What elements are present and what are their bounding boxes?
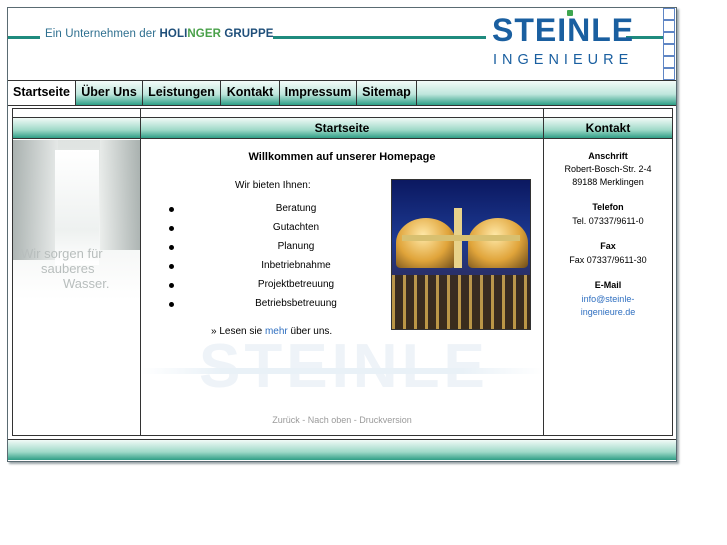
right-column: Kontakt Anschrift Robert-Bosch-Str. 2-4 …: [544, 109, 672, 435]
contact-header: Kontakt: [544, 117, 672, 139]
top-link[interactable]: Nach oben: [308, 415, 352, 425]
main-column: Startseite STEINLE Willkommen auf unsere…: [141, 109, 544, 435]
bottom-bar: [8, 439, 676, 460]
read-more-suffix: über uns.: [290, 326, 333, 337]
address-line-2: 89188 Merklingen: [572, 177, 644, 187]
digester-dome-right: [468, 218, 528, 268]
side-box: [663, 56, 675, 68]
waterfall-image: Wir sorgen für sauberes Wasser.: [13, 140, 140, 300]
bullet-icon: [169, 302, 174, 307]
waterfall-rock-right: [100, 140, 140, 250]
welcome-heading: Willkommen auf unserer Homepage: [248, 151, 436, 163]
watermark-line: [141, 368, 543, 374]
plant-photo: [391, 179, 531, 330]
fax-value: Fax 07337/9611-30: [569, 255, 647, 265]
header-line-middle: [273, 36, 486, 39]
footer-separator: -: [299, 415, 308, 425]
footer-links: Zurück - Nach oben - Druckversion: [141, 415, 543, 425]
side-box: [663, 32, 675, 44]
read-more-text: » Lesen sie mehr über uns.: [211, 326, 332, 337]
email-link-line-1[interactable]: info@steinle-: [582, 294, 635, 304]
bullet-icon: [169, 264, 174, 269]
email-label: E-Mail: [594, 280, 622, 290]
main-navigation: Startseite Über Uns Leistungen Kontakt I…: [8, 80, 676, 106]
site-header: Ein Unternehmen der HOLINGER GRUPPE STEI…: [8, 8, 676, 80]
plant-bridge: [402, 235, 520, 241]
content-table: Wir sorgen für sauberes Wasser. Startsei…: [12, 108, 673, 436]
back-link[interactable]: Zurück: [272, 415, 300, 425]
phone-label: Telefon: [592, 202, 624, 212]
bullet-icon: [169, 283, 174, 288]
service-label: Projektbetreuung: [257, 279, 335, 290]
tagline-brand-b: NGER: [187, 28, 222, 40]
service-label: Beratung: [275, 203, 317, 214]
header-line-left: [8, 36, 40, 39]
bullet-icon: [169, 226, 174, 231]
phone-value: Tel. 07337/9611-0: [572, 216, 644, 226]
nav-sitemap[interactable]: Sitemap: [357, 81, 417, 105]
slogan: Wir sorgen für sauberes Wasser.: [13, 246, 140, 291]
plant-base: [392, 275, 530, 329]
fax-label: Fax: [600, 241, 616, 251]
nav-kontakt[interactable]: Kontakt: [221, 81, 280, 105]
service-label: Planung: [277, 241, 315, 252]
main-column-header: Startseite: [141, 117, 543, 139]
print-link[interactable]: Druckversion: [359, 415, 412, 425]
offer-intro: Wir bieten Ihnen:: [235, 180, 311, 191]
email-link[interactable]: info@steinle- ingenieure.de: [544, 293, 672, 319]
side-box: [663, 20, 675, 32]
logo-ingenieure: INGENIEURE: [493, 52, 634, 68]
address-label: Anschrift: [588, 151, 628, 161]
tagline-brand-a: HOLI: [159, 28, 188, 40]
tagline-prefix: Ein Unternehmen der: [45, 28, 157, 40]
bullet-icon: [169, 245, 174, 250]
address-line-1: Robert-Bosch-Str. 2-4: [564, 164, 652, 174]
digester-dome-left: [396, 218, 456, 268]
side-box: [663, 68, 675, 80]
read-more-prefix: » Lesen sie: [211, 326, 263, 337]
waterfall-rock-left: [13, 140, 58, 260]
service-label: Inbetriebnahme: [261, 260, 331, 271]
nav-ueber-uns[interactable]: Über Uns: [76, 81, 143, 105]
slogan-line-3: Wasser.: [63, 276, 110, 291]
service-label: Betriebsbetreuung: [255, 298, 337, 309]
email-link-line-2[interactable]: ingenieure.de: [581, 307, 636, 317]
bullet-icon: [169, 207, 174, 212]
nav-startseite[interactable]: Startseite: [8, 81, 76, 105]
left-column-header: [13, 117, 140, 139]
company-tagline: Ein Unternehmen der HOLINGER GRUPPE: [45, 28, 274, 40]
slogan-line-1: Wir sorgen für: [21, 246, 103, 261]
watermark-logo: STEINLE: [199, 332, 489, 401]
read-more-link[interactable]: mehr: [265, 326, 288, 337]
side-box: [663, 44, 675, 56]
nav-leistungen[interactable]: Leistungen: [143, 81, 221, 105]
slogan-line-2: sauberes: [41, 261, 95, 276]
service-label: Gutachten: [272, 222, 320, 233]
page-frame: Ein Unternehmen der HOLINGER GRUPPE STEI…: [7, 7, 677, 462]
logo-steinle[interactable]: STEINLE: [492, 14, 634, 46]
nav-impressum[interactable]: Impressum: [280, 81, 357, 105]
side-box: [663, 8, 675, 20]
tagline-brand-c: GRUPPE: [224, 28, 274, 40]
header-side-boxes: [663, 8, 675, 80]
left-column: Wir sorgen für sauberes Wasser.: [13, 109, 141, 435]
